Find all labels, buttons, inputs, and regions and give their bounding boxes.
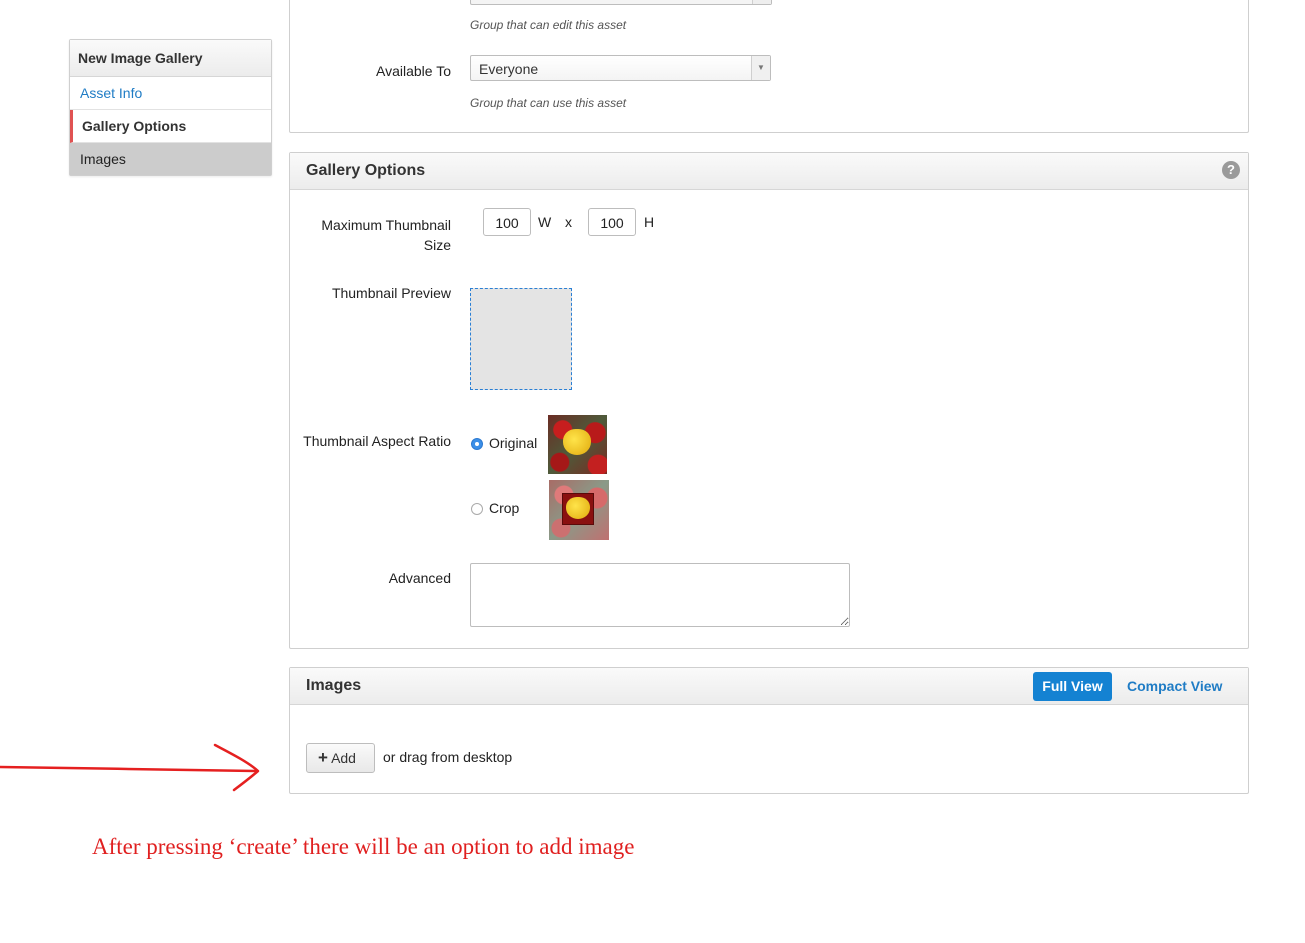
edit-group-hint: Group that can edit this asset — [470, 18, 627, 32]
thumb-preview-box — [470, 288, 572, 390]
images-panel: Images Full View Compact View + Add or d… — [289, 667, 1249, 794]
images-header: Images Full View Compact View — [290, 668, 1248, 705]
edit-group-select-arrow — [752, 0, 771, 4]
height-unit-label: H — [644, 214, 655, 230]
use-group-hint: Group that can use this asset — [470, 96, 627, 110]
sidebar-title: New Image Gallery — [70, 40, 271, 77]
gallery-options-panel: Gallery Options ? Maximum Thumbnail Size… — [289, 152, 1249, 649]
arrow-head — [213, 743, 260, 792]
crop-thumbnail-image — [549, 480, 609, 540]
available-to-value: Everyone — [479, 61, 539, 77]
max-thumb-size-label-line2: Size — [423, 237, 451, 253]
compact-view-link[interactable]: Compact View — [1127, 668, 1222, 704]
max-thumb-size-label-line1: Maximum Thumbnail — [321, 217, 451, 233]
available-to-select[interactable]: Everyone ▼ — [470, 55, 771, 81]
full-view-button[interactable]: Full View — [1033, 672, 1112, 701]
sidebar-item-asset-info[interactable]: Asset Info — [70, 77, 271, 110]
times-label: x — [565, 214, 572, 230]
help-icon[interactable]: ? — [1222, 161, 1240, 179]
annotation-text: After pressing ‘create’ there will be an… — [92, 834, 635, 859]
sidebar-nav: New Image Gallery Asset Info Gallery Opt… — [69, 39, 272, 176]
asset-info-panel: Group that can edit this asset Available… — [289, 0, 1249, 133]
width-unit-label: W — [538, 214, 552, 230]
radio-crop[interactable] — [471, 503, 483, 515]
add-image-button[interactable]: + Add — [306, 743, 375, 773]
available-to-label: Available To — [376, 63, 451, 79]
advanced-label: Advanced — [388, 570, 451, 586]
plus-icon: + — [318, 748, 328, 767]
thumb-preview-label: Thumbnail Preview — [331, 285, 451, 301]
tulip-flower-icon — [566, 497, 590, 519]
drag-hint-text: or drag from desktop — [383, 749, 513, 765]
arrow-shaft — [0, 765, 258, 773]
radio-crop-label[interactable]: Crop — [489, 500, 519, 516]
original-thumbnail-image — [548, 415, 607, 474]
gallery-options-header: Gallery Options ? — [290, 153, 1248, 190]
thumb-height-input[interactable]: 100 — [588, 208, 636, 236]
thumb-width-input[interactable]: 100 — [483, 208, 531, 236]
add-button-label: Add — [331, 750, 356, 766]
select-caret-icon: ▼ — [751, 56, 770, 80]
panel-title: Images — [306, 677, 362, 694]
crop-region — [562, 493, 594, 525]
tulip-flower-icon — [563, 429, 591, 455]
radio-original[interactable] — [471, 438, 483, 450]
sidebar-item-gallery-options[interactable]: Gallery Options — [70, 110, 271, 143]
max-thumb-size-label: Maximum Thumbnail Size — [321, 215, 451, 255]
sidebar-item-images[interactable]: Images — [70, 143, 271, 175]
edit-group-select[interactable] — [470, 0, 772, 5]
annotation-arrow — [0, 743, 260, 792]
radio-original-label[interactable]: Original — [489, 435, 537, 451]
panel-title: Gallery Options — [306, 162, 426, 179]
aspect-ratio-label: Thumbnail Aspect Ratio — [303, 433, 451, 449]
advanced-textarea[interactable] — [470, 563, 850, 627]
